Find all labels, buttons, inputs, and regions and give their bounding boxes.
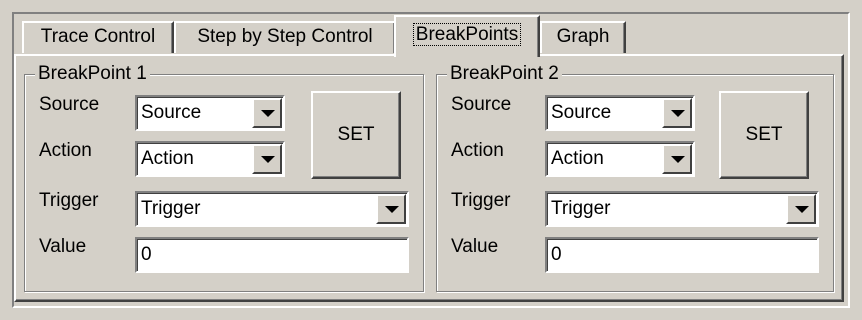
set-button[interactable]: SET <box>719 91 809 179</box>
action-select[interactable]: Action <box>545 141 695 177</box>
tab-trace-control[interactable]: Trace Control <box>22 21 174 53</box>
set-button[interactable]: SET <box>311 91 401 179</box>
tab-graph[interactable]: Graph <box>540 21 626 53</box>
chevron-down-icon[interactable] <box>252 98 282 128</box>
breakpoint-1-title: BreakPoint 1 <box>35 62 150 86</box>
trigger-select-value: Trigger <box>551 198 611 219</box>
value-input[interactable]: 0 <box>135 237 409 273</box>
tab-strip: Trace Control Step by Step Control Break… <box>14 15 844 57</box>
tab-label: Graph <box>556 26 610 47</box>
chevron-down-icon[interactable] <box>376 194 406 224</box>
chevron-down-icon[interactable] <box>786 194 816 224</box>
breakpoints-panel: BreakPoint 1 Source Source Action Action… <box>14 54 844 302</box>
chevron-down-icon[interactable] <box>662 98 692 128</box>
trigger-select[interactable]: Trigger <box>135 191 409 227</box>
trigger-select[interactable]: Trigger <box>545 191 819 227</box>
chevron-down-icon[interactable] <box>662 144 692 174</box>
breakpoint-1-group: BreakPoint 1 Source Source Action Action… <box>24 62 424 292</box>
tab-step-by-step-control[interactable]: Step by Step Control <box>174 21 396 53</box>
trigger-label: Trigger <box>39 190 99 211</box>
source-select[interactable]: Source <box>135 95 285 131</box>
value-label: Value <box>39 236 87 257</box>
value-input[interactable]: 0 <box>545 237 819 273</box>
source-label: Source <box>451 94 512 115</box>
tab-label: BreakPoints <box>412 23 522 46</box>
action-select-value: Action <box>141 148 194 169</box>
source-label: Source <box>39 94 100 115</box>
value-input-text: 0 <box>141 244 152 265</box>
tab-label: Trace Control <box>40 26 156 47</box>
trigger-label: Trigger <box>451 190 511 211</box>
source-select-value: Source <box>141 102 202 123</box>
chevron-down-icon[interactable] <box>252 144 282 174</box>
action-select[interactable]: Action <box>135 141 285 177</box>
action-label: Action <box>39 140 92 161</box>
value-input-text: 0 <box>551 244 562 265</box>
source-select[interactable]: Source <box>545 95 695 131</box>
trigger-select-value: Trigger <box>141 198 201 219</box>
source-select-value: Source <box>551 102 612 123</box>
breakpoint-2-title: BreakPoint 2 <box>447 62 562 86</box>
action-select-value: Action <box>551 148 604 169</box>
value-label: Value <box>451 236 499 257</box>
tab-label: Step by Step Control <box>197 26 373 47</box>
action-label: Action <box>451 140 504 161</box>
tab-breakpoints[interactable]: BreakPoints <box>394 15 540 57</box>
breakpoint-2-group: BreakPoint 2 Source Source Action Action… <box>436 62 834 292</box>
